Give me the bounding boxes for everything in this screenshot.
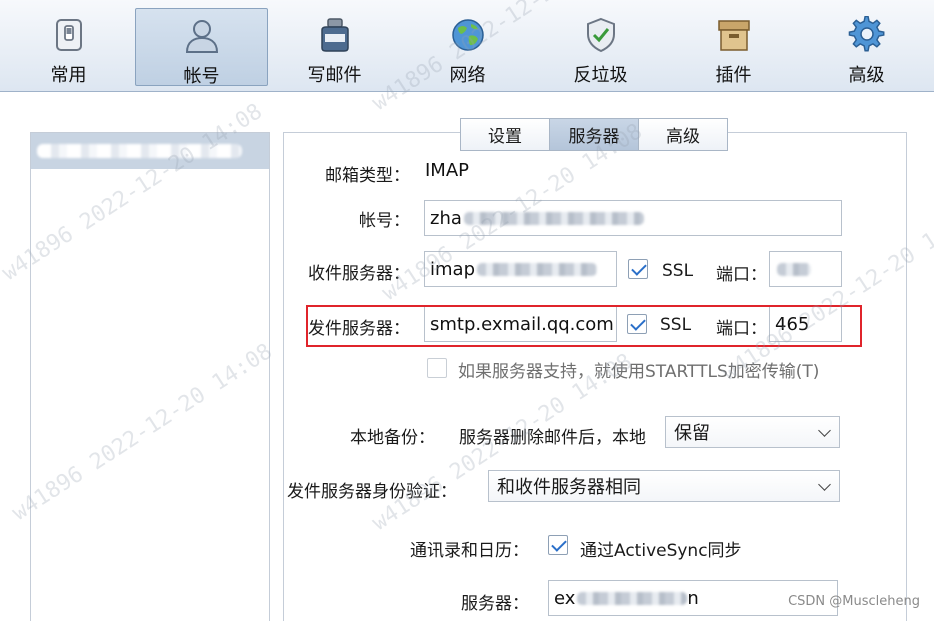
toolbar-label: 帐号 xyxy=(183,66,220,87)
toolbar-label: 网络 xyxy=(449,65,486,86)
redacted-text xyxy=(777,262,811,276)
redacted-text xyxy=(477,262,597,276)
mailbox-type-label: 邮箱类型： xyxy=(325,166,410,186)
toolbar-label: 常用 xyxy=(50,65,87,86)
mailbox-type-value: IMAP xyxy=(425,160,470,181)
incoming-server-field[interactable]: imap xyxy=(424,251,617,287)
incoming-server-value: imap xyxy=(430,258,475,280)
toolbar-antispam-button[interactable]: 反垃圾 xyxy=(534,8,667,86)
annotation-highlight-box xyxy=(306,305,862,347)
toolbar-compose-button[interactable]: 写邮件 xyxy=(268,8,401,86)
chevron-down-icon xyxy=(818,424,831,437)
server-field-value-end: n xyxy=(687,587,699,609)
outgoing-auth-select-value: 和收件服务器相同 xyxy=(497,477,641,498)
outgoing-auth-label: 发件服务器身份验证： xyxy=(287,482,457,502)
local-backup-description: 服务器删除邮件后，本地 xyxy=(459,428,646,448)
server-label: 服务器： xyxy=(461,594,529,614)
toolbar-account-button[interactable]: 帐号 xyxy=(135,8,268,87)
local-backup-select-value: 保留 xyxy=(674,423,710,444)
gear-icon xyxy=(848,16,884,52)
tab-settings[interactable]: 设置 xyxy=(460,118,550,151)
starttls-checkbox[interactable] xyxy=(427,358,447,378)
redacted-text xyxy=(577,591,688,605)
account-label: 帐号： xyxy=(359,211,410,231)
compose-inkwell-icon xyxy=(320,18,349,52)
tab-advanced[interactable]: 高级 xyxy=(638,118,728,151)
toolbar-advanced-button[interactable]: 高级 xyxy=(800,8,933,86)
redacted-text xyxy=(463,211,644,225)
incoming-server-label: 收件服务器： xyxy=(308,264,410,284)
server-field-value-start: ex xyxy=(554,587,576,609)
incoming-ssl-checkbox[interactable] xyxy=(628,259,648,279)
toolbar-label: 高级 xyxy=(848,65,885,86)
chevron-down-icon xyxy=(818,478,831,491)
incoming-port-label: 端口： xyxy=(716,265,767,285)
shield-check-icon xyxy=(586,17,615,53)
toolbar-plugins-button[interactable]: 插件 xyxy=(667,8,800,86)
redacted-account-name xyxy=(37,144,242,158)
toolbar-general-button[interactable]: 常用 xyxy=(2,8,135,86)
incoming-ssl-label: SSL xyxy=(662,261,694,281)
local-backup-select[interactable]: 保留 xyxy=(665,416,840,448)
local-backup-label: 本地备份： xyxy=(350,428,435,448)
toolbar-label: 插件 xyxy=(715,65,752,86)
starttls-label: 如果服务器支持，就使用STARTTLS加密传输(T) xyxy=(458,362,820,382)
incoming-port-field[interactable] xyxy=(769,251,842,287)
activesync-label: 通过ActiveSync同步 xyxy=(580,541,742,561)
general-switch-icon xyxy=(55,19,82,51)
account-list[interactable] xyxy=(30,132,270,621)
contacts-calendar-label: 通讯录和日历： xyxy=(410,541,529,561)
tab-server[interactable]: 服务器 xyxy=(549,118,639,151)
toolbar: 常用 帐号 写邮件 网络 反垃圾 插件 高级 xyxy=(0,0,934,92)
outgoing-auth-select[interactable]: 和收件服务器相同 xyxy=(488,470,840,502)
account-list-item[interactable] xyxy=(31,133,269,169)
box-icon xyxy=(717,20,750,51)
toolbar-network-button[interactable]: 网络 xyxy=(401,8,534,86)
credit-watermark: CSDN @Muscleheng xyxy=(788,594,920,609)
globe-icon xyxy=(451,19,484,51)
account-field[interactable]: zha xyxy=(424,200,842,236)
tab-bar: 设置 服务器 高级 xyxy=(460,118,728,151)
toolbar-label: 写邮件 xyxy=(307,65,362,86)
toolbar-label: 反垃圾 xyxy=(573,65,628,86)
account-field-value: zha xyxy=(430,207,462,229)
person-icon xyxy=(185,20,218,53)
activesync-checkbox[interactable] xyxy=(548,535,568,555)
